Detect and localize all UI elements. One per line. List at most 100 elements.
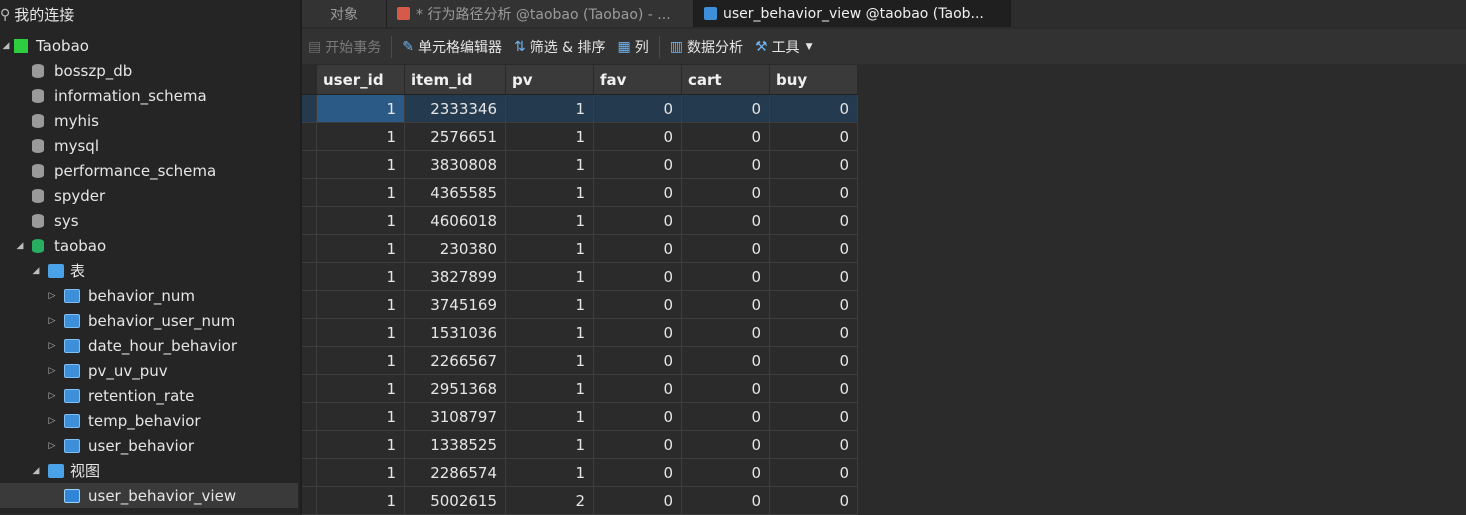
columns-button[interactable]: ▦ 列 bbox=[612, 37, 655, 57]
table-row[interactable]: 1 3827899 1 0 0 0 bbox=[302, 262, 858, 291]
table-cell-pv[interactable]: 1 bbox=[505, 402, 594, 431]
row-marker[interactable] bbox=[302, 122, 317, 151]
table-cell-buy[interactable]: 0 bbox=[769, 122, 858, 151]
table-cell-cart[interactable]: 0 bbox=[681, 458, 770, 487]
table-cell-cart[interactable]: 0 bbox=[681, 150, 770, 179]
table-cell-item-id[interactable]: 1338525 bbox=[404, 430, 506, 459]
table-cell-item-id[interactable]: 2286574 bbox=[404, 458, 506, 487]
db-node-bosszp-db[interactable]: bosszp_db bbox=[0, 58, 300, 83]
db-node-performance-schema[interactable]: performance_schema bbox=[0, 158, 300, 183]
table-cell-item-id[interactable]: 2333346 bbox=[404, 94, 506, 123]
table-cell-buy[interactable]: 0 bbox=[769, 346, 858, 375]
table-row[interactable]: 1 1531036 1 0 0 0 bbox=[302, 318, 858, 347]
tab-user-behavior-view[interactable]: user_behavior_view @taobao (Taob... bbox=[694, 0, 1011, 27]
table-cell-user-id[interactable]: 1 bbox=[316, 486, 405, 515]
db-node-taobao[interactable]: ◢ taobao bbox=[0, 233, 300, 258]
table-cell-fav[interactable]: 0 bbox=[593, 206, 682, 235]
table-cell-item-id[interactable]: 2576651 bbox=[404, 122, 506, 151]
column-header-item-id[interactable]: item_id bbox=[404, 65, 506, 95]
table-cell-item-id[interactable]: 3827899 bbox=[404, 262, 506, 291]
table-cell-fav[interactable]: 0 bbox=[593, 318, 682, 347]
table-cell-item-id[interactable]: 4365585 bbox=[404, 178, 506, 207]
column-header-cart[interactable]: cart bbox=[681, 65, 770, 95]
expand-arrow-icon[interactable]: ◢ bbox=[30, 266, 42, 276]
table-cell-buy[interactable]: 0 bbox=[769, 262, 858, 291]
table-cell-pv[interactable]: 1 bbox=[505, 458, 594, 487]
row-marker[interactable] bbox=[302, 458, 317, 487]
table-row[interactable]: 1 4606018 1 0 0 0 bbox=[302, 206, 858, 235]
column-header-buy[interactable]: buy bbox=[769, 65, 858, 95]
table-cell-user-id[interactable]: 1 bbox=[316, 178, 405, 207]
row-marker[interactable] bbox=[302, 486, 317, 515]
collapse-arrow-icon[interactable]: ▷ bbox=[46, 416, 58, 426]
column-header-fav[interactable]: fav bbox=[593, 65, 682, 95]
row-marker[interactable] bbox=[302, 150, 317, 179]
table-cell-pv[interactable]: 1 bbox=[505, 122, 594, 151]
cell-editor-button[interactable]: ✎ 单元格编辑器 bbox=[396, 37, 508, 57]
table-cell-buy[interactable]: 0 bbox=[769, 374, 858, 403]
table-cell-buy[interactable]: 0 bbox=[769, 458, 858, 487]
table-cell-fav[interactable]: 0 bbox=[593, 402, 682, 431]
table-cell-buy[interactable]: 0 bbox=[769, 402, 858, 431]
table-cell-cart[interactable]: 0 bbox=[681, 178, 770, 207]
table-cell-user-id[interactable]: 1 bbox=[316, 458, 405, 487]
table-cell-buy[interactable]: 0 bbox=[769, 290, 858, 319]
tools-dropdown[interactable]: ⚒ 工具 ▼ bbox=[749, 37, 818, 57]
table-cell-cart[interactable]: 0 bbox=[681, 486, 770, 515]
table-cell-pv[interactable]: 1 bbox=[505, 206, 594, 235]
table-cell-fav[interactable]: 0 bbox=[593, 94, 682, 123]
table-cell-user-id[interactable]: 1 bbox=[316, 234, 405, 263]
db-node-information-schema[interactable]: information_schema bbox=[0, 83, 300, 108]
table-cell-cart[interactable]: 0 bbox=[681, 318, 770, 347]
row-marker[interactable] bbox=[302, 94, 317, 123]
table-cell-pv[interactable]: 1 bbox=[505, 318, 594, 347]
table-cell-buy[interactable]: 0 bbox=[769, 430, 858, 459]
table-cell-buy[interactable]: 0 bbox=[769, 94, 858, 123]
table-cell-item-id[interactable]: 1531036 bbox=[404, 318, 506, 347]
table-cell-fav[interactable]: 0 bbox=[593, 458, 682, 487]
tab-query-path-analysis[interactable]: * 行为路径分析 @taobao (Taobao) - ... bbox=[387, 0, 694, 27]
table-node-retention-rate[interactable]: ▷ retention_rate bbox=[0, 383, 300, 408]
collapse-arrow-icon[interactable]: ▷ bbox=[46, 316, 58, 326]
row-marker[interactable] bbox=[302, 206, 317, 235]
table-cell-fav[interactable]: 0 bbox=[593, 150, 682, 179]
table-cell-item-id[interactable]: 2266567 bbox=[404, 346, 506, 375]
table-cell-item-id[interactable]: 2951368 bbox=[404, 374, 506, 403]
row-marker[interactable] bbox=[302, 234, 317, 263]
data-analysis-button[interactable]: ▥ 数据分析 bbox=[664, 37, 749, 57]
table-cell-pv[interactable]: 1 bbox=[505, 178, 594, 207]
table-node-behavior-num[interactable]: ▷ behavior_num bbox=[0, 283, 300, 308]
expand-arrow-icon[interactable]: ◢ bbox=[14, 241, 26, 251]
table-node-date-hour-behavior[interactable]: ▷ date_hour_behavior bbox=[0, 333, 300, 358]
table-node-pv-uv-puv[interactable]: ▷ pv_uv_puv bbox=[0, 358, 300, 383]
table-cell-pv[interactable]: 1 bbox=[505, 234, 594, 263]
collapse-arrow-icon[interactable]: ▷ bbox=[46, 391, 58, 401]
tab-objects[interactable]: 对象 bbox=[302, 0, 387, 27]
table-cell-user-id[interactable]: 1 bbox=[316, 150, 405, 179]
table-node-behavior-user-num[interactable]: ▷ behavior_user_num bbox=[0, 308, 300, 333]
views-folder[interactable]: ◢ 视图 bbox=[0, 458, 300, 483]
row-marker[interactable] bbox=[302, 290, 317, 319]
tables-folder[interactable]: ◢ 表 bbox=[0, 258, 300, 283]
table-row[interactable]: 1 2266567 1 0 0 0 bbox=[302, 346, 858, 375]
row-marker[interactable] bbox=[302, 402, 317, 431]
table-cell-fav[interactable]: 0 bbox=[593, 178, 682, 207]
db-node-sys[interactable]: sys bbox=[0, 208, 300, 233]
row-marker[interactable] bbox=[302, 430, 317, 459]
table-cell-cart[interactable]: 0 bbox=[681, 346, 770, 375]
collapse-arrow-icon[interactable]: ▷ bbox=[46, 366, 58, 376]
table-cell-cart[interactable]: 0 bbox=[681, 94, 770, 123]
table-cell-user-id[interactable]: 1 bbox=[316, 206, 405, 235]
table-cell-cart[interactable]: 0 bbox=[681, 122, 770, 151]
column-header-pv[interactable]: pv bbox=[505, 65, 594, 95]
table-cell-pv[interactable]: 1 bbox=[505, 150, 594, 179]
expand-arrow-icon[interactable]: ◢ bbox=[0, 41, 12, 51]
expand-arrow-icon[interactable]: ◢ bbox=[30, 466, 42, 476]
table-cell-user-id[interactable]: 1 bbox=[316, 374, 405, 403]
table-cell-item-id[interactable]: 3745169 bbox=[404, 290, 506, 319]
table-cell-item-id[interactable]: 230380 bbox=[404, 234, 506, 263]
table-cell-pv[interactable]: 2 bbox=[505, 486, 594, 515]
db-node-myhis[interactable]: myhis bbox=[0, 108, 300, 133]
table-cell-item-id[interactable]: 3108797 bbox=[404, 402, 506, 431]
table-cell-fav[interactable]: 0 bbox=[593, 486, 682, 515]
